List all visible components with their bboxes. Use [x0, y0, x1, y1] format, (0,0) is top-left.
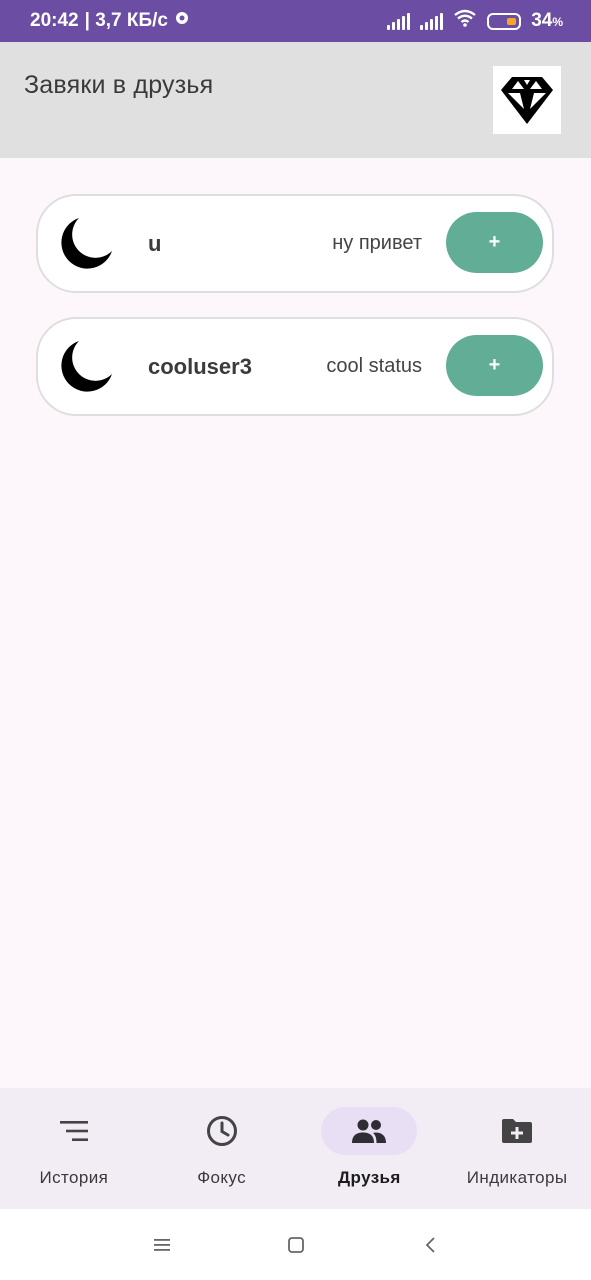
bottom-navigation: История Фокус Друзья Индикаторы: [0, 1088, 591, 1209]
back-icon[interactable]: [420, 1234, 442, 1256]
history-list-icon: [59, 1121, 88, 1141]
battery-percent: 34%: [531, 10, 563, 31]
nav-label: Фокус: [197, 1168, 247, 1187]
folder-add-icon: [502, 1119, 533, 1143]
moon-avatar-icon: [61, 218, 112, 269]
diamond-icon: [501, 77, 553, 124]
nav-item-indicators[interactable]: Индикаторы: [443, 1088, 591, 1209]
nav-item-friends[interactable]: Друзья: [296, 1088, 444, 1209]
accept-request-button[interactable]: +: [446, 335, 543, 396]
status-left: 20:42 | 3,7 КБ/с: [30, 10, 190, 32]
system-navigation-bar: [0, 1209, 591, 1280]
status-time: 20:42: [30, 10, 79, 31]
people-icon: [352, 1119, 387, 1143]
wifi-icon: [453, 9, 477, 33]
nav-label: Друзья: [338, 1168, 401, 1187]
friend-request-card: cooluser3 cool status +: [36, 317, 554, 416]
recent-apps-icon[interactable]: [151, 1234, 173, 1256]
app-logo[interactable]: [493, 66, 561, 134]
nav-label: История: [39, 1168, 109, 1187]
notification-icon: [174, 10, 190, 32]
page-title: Завяки в друзья: [24, 71, 214, 99]
top-app-bar: Завяки в друзья: [0, 42, 591, 158]
signal-icon: [387, 12, 411, 30]
battery-icon: [487, 12, 522, 30]
nav-icon-container: [321, 1107, 418, 1155]
clock-icon: [206, 1116, 237, 1146]
nav-item-focus[interactable]: Фокус: [148, 1088, 296, 1209]
nav-icon-container: [174, 1107, 270, 1155]
request-username: u: [148, 230, 162, 256]
status-speed: | 3,7 КБ/с: [84, 10, 168, 31]
nav-item-history[interactable]: История: [0, 1088, 148, 1209]
nav-icon-container: [469, 1107, 565, 1155]
home-icon[interactable]: [285, 1234, 307, 1256]
friend-request-card: u ну привет +: [36, 194, 554, 293]
nav-label: Индикаторы: [466, 1168, 568, 1187]
request-username: cooluser3: [148, 353, 252, 379]
moon-avatar-icon: [61, 341, 112, 392]
signal-icon: [420, 12, 444, 30]
status-right: 34%: [387, 9, 563, 33]
nav-icon-container: [26, 1107, 122, 1155]
status-bar: 20:42 | 3,7 КБ/с 34%: [0, 0, 591, 42]
request-status: cool status: [326, 355, 422, 377]
accept-request-button[interactable]: +: [446, 212, 543, 273]
request-status: ну привет: [332, 232, 422, 254]
